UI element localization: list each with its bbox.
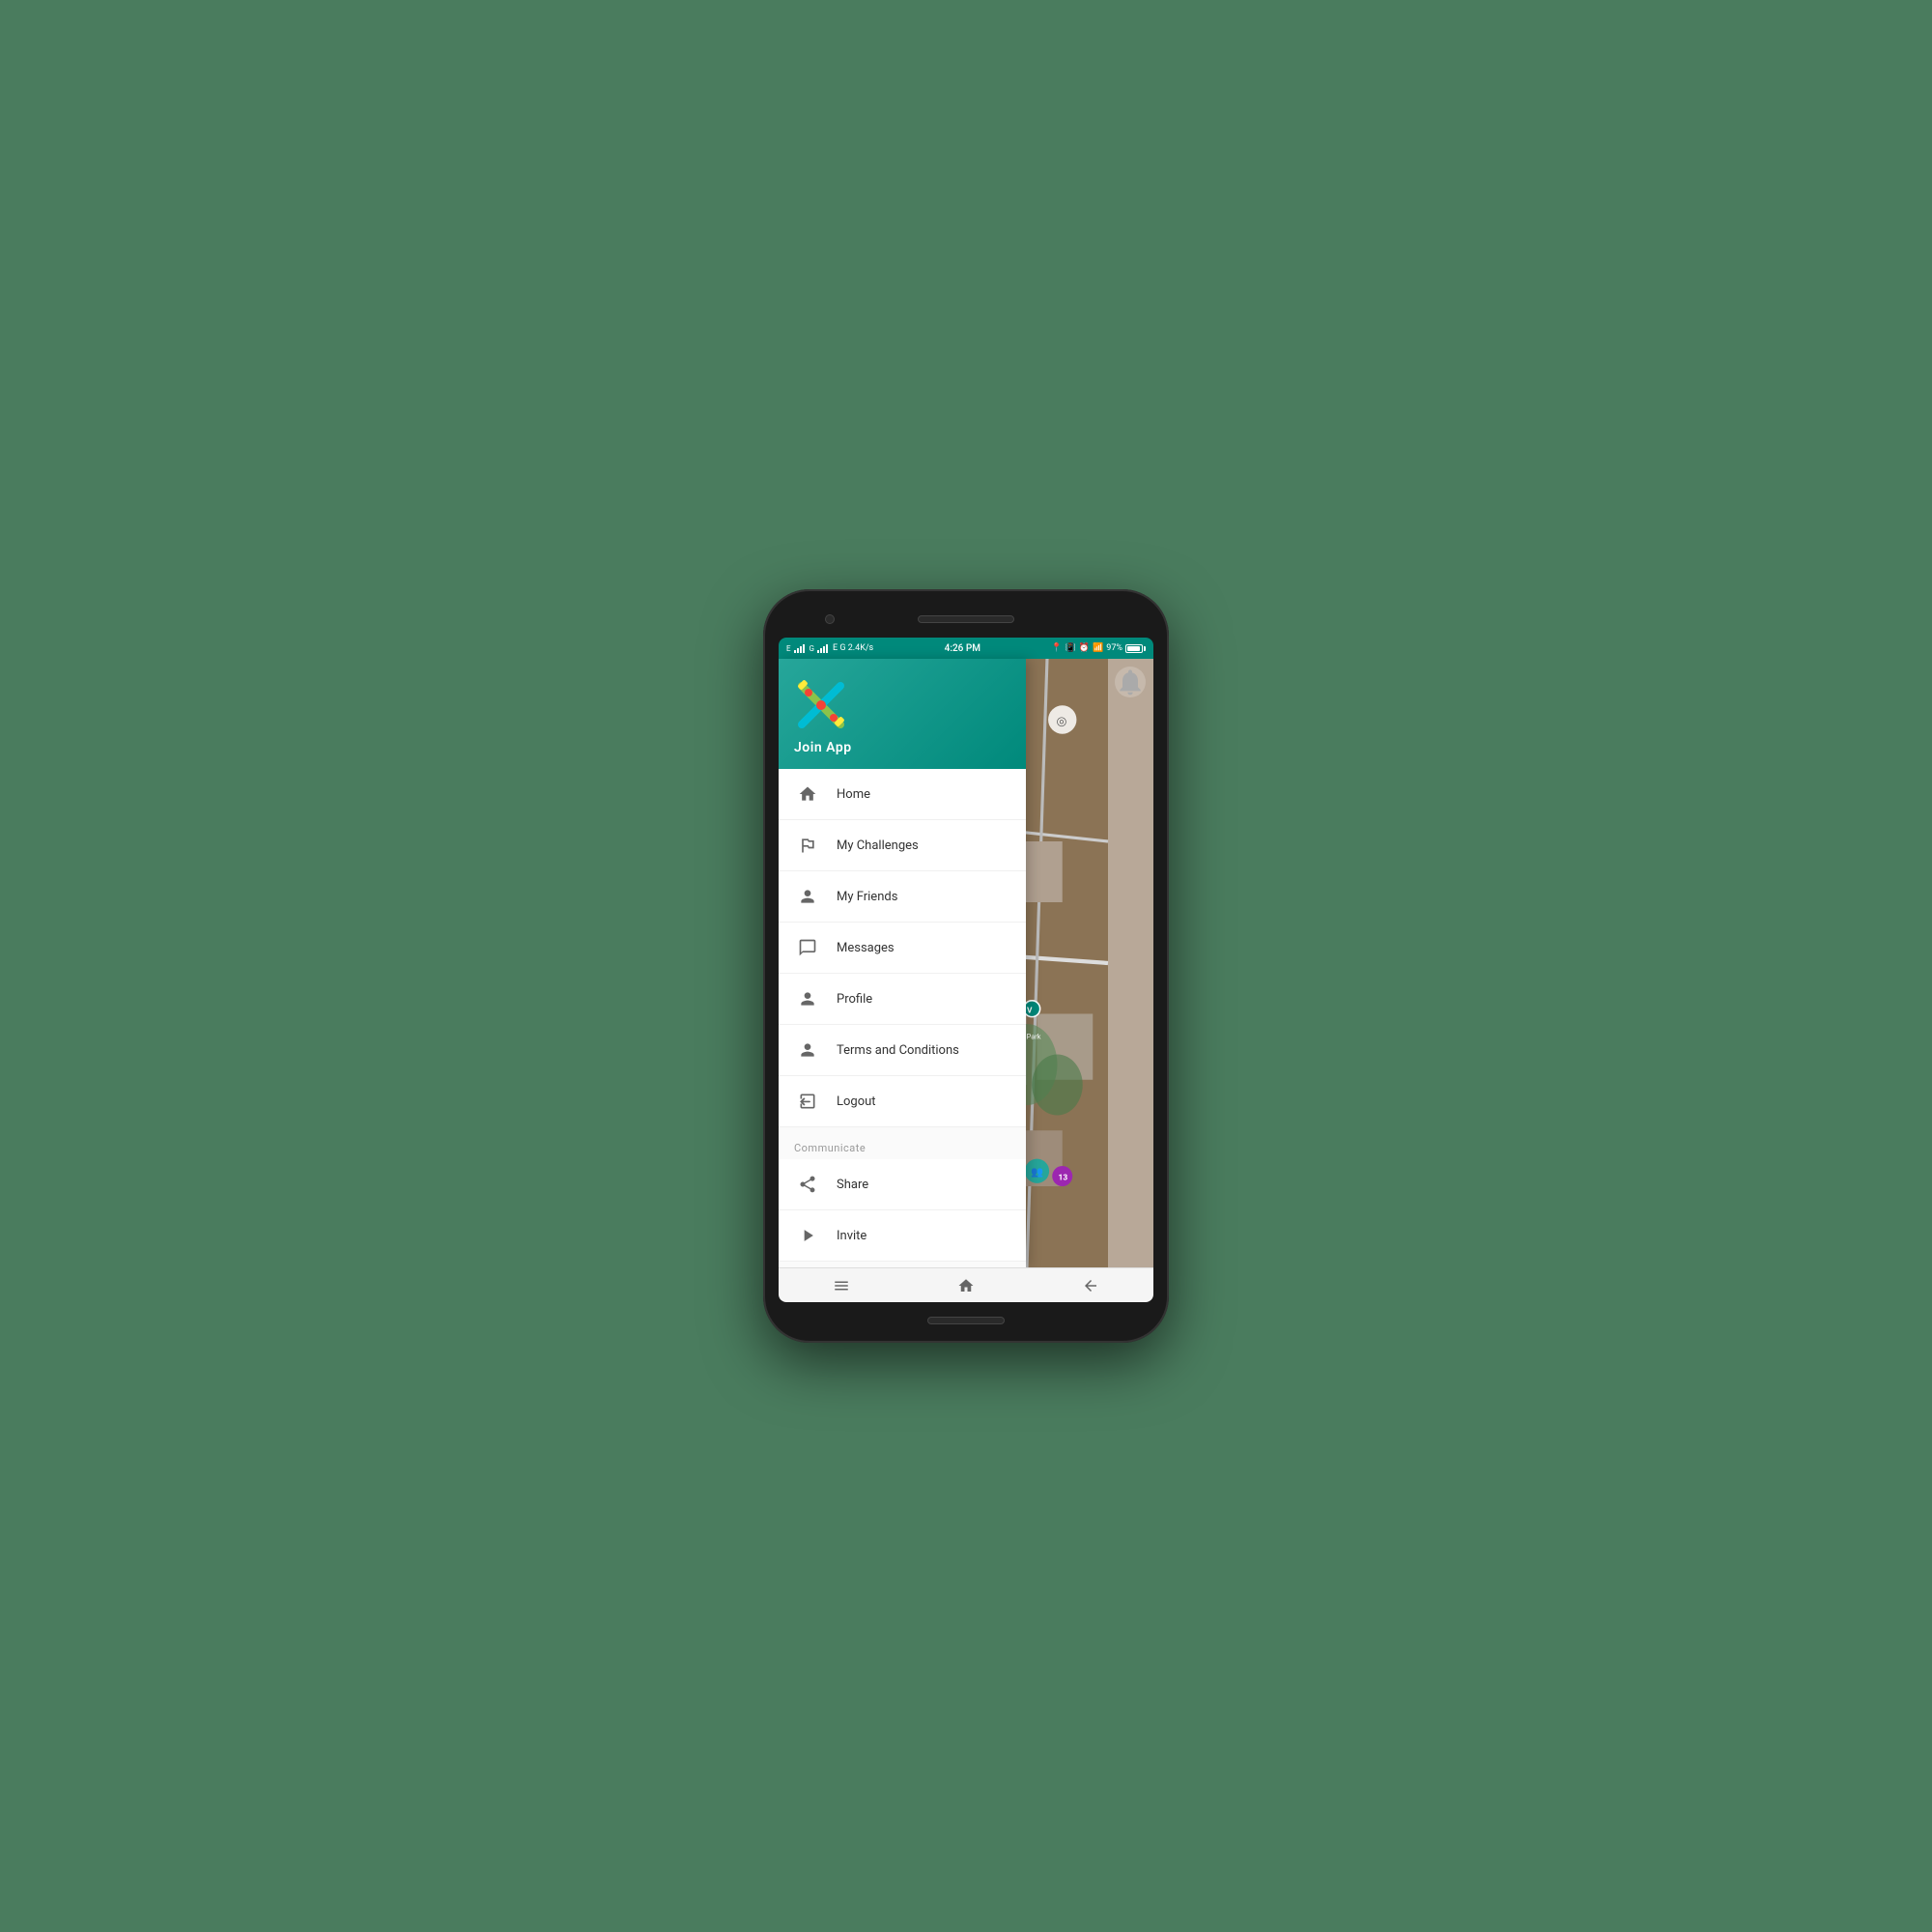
- phone-home-button: [927, 1317, 1005, 1324]
- location-icon: 📍: [1051, 643, 1062, 653]
- phone-bottom: [779, 1306, 1153, 1335]
- status-time: 4:26 PM: [945, 643, 980, 654]
- menu-item-home[interactable]: Home: [779, 769, 1026, 820]
- nav-home-button[interactable]: [947, 1271, 985, 1300]
- bottom-navigation: [779, 1267, 1153, 1302]
- screen-content: Hospital RAMDE... Hospital tasy Park V 1…: [779, 659, 1153, 1302]
- menu-item-profile[interactable]: Profile: [779, 974, 1026, 1025]
- terms-icon: [794, 1037, 821, 1064]
- drawer-header: Join App: [779, 659, 1026, 769]
- friends-icon: [794, 883, 821, 910]
- menu-item-friends[interactable]: My Friends: [779, 871, 1026, 923]
- app-name: Join App: [794, 740, 852, 755]
- vibrate-icon: 📳: [1065, 643, 1076, 653]
- menu-item-share[interactable]: Share: [779, 1159, 1026, 1210]
- share-icon: [794, 1171, 821, 1198]
- phone-speaker: [918, 615, 1014, 623]
- status-right: 📍 📳 ⏰ 📶 97%: [1051, 643, 1146, 653]
- status-left: E G E G 2.4K/s: [786, 643, 873, 653]
- svg-text:◎: ◎: [1056, 714, 1066, 728]
- svg-text:13: 13: [1059, 1174, 1068, 1183]
- nav-back-button[interactable]: [1071, 1271, 1110, 1300]
- challenges-icon: [794, 832, 821, 859]
- app-logo: [794, 678, 848, 732]
- share-label: Share: [837, 1178, 868, 1192]
- wifi-icon: 📶: [1093, 643, 1103, 653]
- notification-bell[interactable]: [1115, 667, 1146, 697]
- status-bar: E G E G 2.4K/s 4:26 PM 📍: [779, 638, 1153, 659]
- terms-label: Terms and Conditions: [837, 1043, 959, 1058]
- home-label: Home: [837, 787, 870, 802]
- nav-menu-button[interactable]: [822, 1271, 861, 1300]
- menu-item-terms[interactable]: Terms and Conditions: [779, 1025, 1026, 1076]
- network-g: G: [810, 644, 814, 653]
- invite-icon: [794, 1222, 821, 1249]
- messages-icon: [794, 934, 821, 961]
- drawer-menu: Home My Challenges: [779, 769, 1026, 1267]
- menu-item-invite[interactable]: Invite: [779, 1210, 1026, 1262]
- communicate-section-header: Communicate: [779, 1127, 1026, 1159]
- menu-item-challenges[interactable]: My Challenges: [779, 820, 1026, 871]
- data-speed: E G 2.4K/s: [833, 643, 873, 653]
- battery-percent: 97%: [1106, 643, 1122, 653]
- phone-camera: [825, 614, 835, 624]
- home-icon: [794, 781, 821, 808]
- logout-label: Logout: [837, 1094, 876, 1109]
- signal-bars-1: [794, 643, 805, 653]
- navigation-drawer: Join App Home: [779, 659, 1026, 1267]
- logout-icon: [794, 1088, 821, 1115]
- menu-item-messages[interactable]: Messages: [779, 923, 1026, 974]
- profile-label: Profile: [837, 992, 872, 1007]
- friends-label: My Friends: [837, 890, 897, 904]
- communicate-label: Communicate: [794, 1142, 866, 1154]
- network-indicator: E: [786, 644, 791, 653]
- alarm-icon: ⏰: [1079, 643, 1090, 653]
- menu-item-logout[interactable]: Logout: [779, 1076, 1026, 1127]
- signal-bars-2: [817, 643, 828, 653]
- svg-text:👥: 👥: [1031, 1165, 1043, 1178]
- phone-screen: E G E G 2.4K/s 4:26 PM 📍: [779, 638, 1153, 1302]
- challenges-label: My Challenges: [837, 838, 919, 853]
- profile-icon: [794, 985, 821, 1012]
- phone-top: [779, 605, 1153, 634]
- svg-text:V: V: [1027, 1006, 1033, 1015]
- phone-device: E G E G 2.4K/s 4:26 PM 📍: [763, 589, 1169, 1343]
- battery-icon: [1125, 644, 1146, 653]
- invite-label: Invite: [837, 1229, 867, 1243]
- messages-label: Messages: [837, 941, 895, 955]
